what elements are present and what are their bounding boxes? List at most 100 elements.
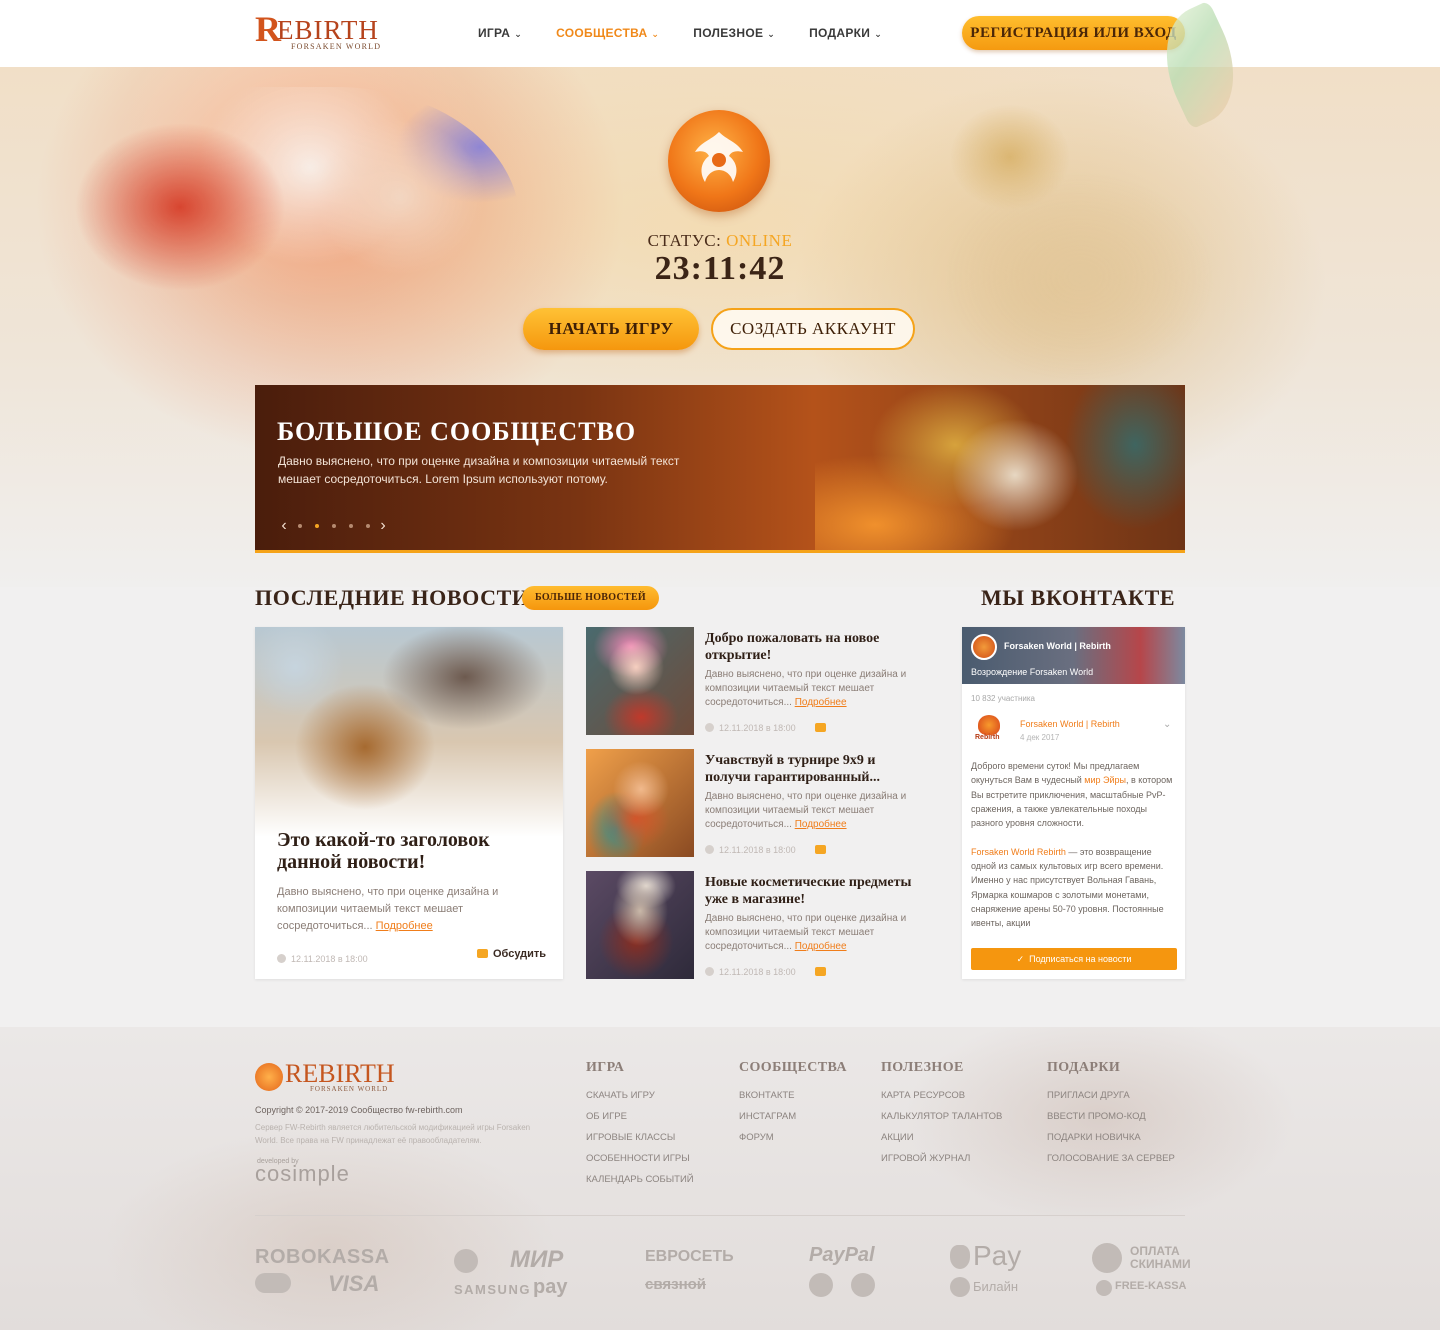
- mir-logo: МИР: [510, 1246, 564, 1273]
- footer-divider: [255, 1215, 1185, 1216]
- news-title[interactable]: Добро пожаловать на новое открытие!: [705, 630, 920, 664]
- nav-item-gifts[interactable]: ПОДАРКИ ⌄: [809, 26, 882, 40]
- read-more-link[interactable]: Подробнее: [795, 819, 847, 830]
- featured-news-title[interactable]: Это какой-то заголовок данной новости!: [277, 829, 547, 873]
- footer-link[interactable]: ФОРУМ: [739, 1127, 847, 1148]
- skins-pay-line2: СКИНАМИ: [1130, 1257, 1191, 1271]
- footer-link[interactable]: КАРТА РЕСУРСОВ: [881, 1085, 1002, 1106]
- discuss-button[interactable]: Обсудить: [477, 948, 546, 960]
- news-date: 12.11.2018 в 18:00: [719, 967, 796, 977]
- read-more-link[interactable]: Подробнее: [795, 941, 847, 952]
- clock-icon: [705, 723, 714, 732]
- chevron-right-icon[interactable]: ›: [376, 517, 390, 535]
- vk-post-text: Доброго времени суток! Мы предлагаем оку…: [971, 759, 1176, 937]
- news-title[interactable]: Учавствуй в турнире 9х9 и получи гаранти…: [705, 752, 920, 786]
- news-meta: 12.11.2018 в 18:00: [705, 962, 796, 980]
- nav-item-label: ПОЛЕЗНОЕ: [693, 26, 764, 40]
- chevron-left-icon[interactable]: ‹: [277, 517, 291, 535]
- more-news-button[interactable]: БОЛЬШЕ НОВОСТЕЙ: [522, 586, 659, 610]
- slider-dot[interactable]: [348, 524, 353, 528]
- news-thumbnail: [586, 749, 694, 857]
- comment-icon: [477, 949, 488, 958]
- nav-item-game[interactable]: ИГРА ⌄: [478, 26, 522, 40]
- footer-link[interactable]: ОБ ИГРЕ: [586, 1106, 694, 1127]
- qiwi-icon: [809, 1273, 833, 1297]
- comment-icon-button[interactable]: [815, 718, 831, 736]
- vk-group-cover[interactable]: Forsaken World | Rebirth Возрождение For…: [962, 627, 1185, 684]
- create-account-button[interactable]: СОЗДАТЬ АККАУНТ: [711, 308, 915, 350]
- steam-icon: [1092, 1243, 1122, 1273]
- developer-logo[interactable]: cosimple: [255, 1161, 350, 1187]
- news-item[interactable]: Добро пожаловать на новое открытие! Давн…: [586, 627, 926, 735]
- slider-dot[interactable]: [365, 524, 370, 528]
- vk-subscribe-button[interactable]: ✓ Подписаться на новости: [971, 948, 1177, 970]
- clock-icon: [277, 954, 286, 963]
- chevron-down-icon[interactable]: ⌄: [1163, 719, 1171, 730]
- footer-link[interactable]: ВКОНТАКТЕ: [739, 1085, 847, 1106]
- apple-pay-logo: Pay: [973, 1240, 1022, 1271]
- post-link[interactable]: мир Эйры: [1084, 775, 1126, 785]
- robokassa-logo: ROBOKASSA: [255, 1246, 390, 1268]
- news-title[interactable]: Новые косметические предметы уже в магаз…: [705, 874, 920, 908]
- disclaimer: Сервер FW-Rebirth является любительской …: [255, 1123, 531, 1145]
- footer-column-communities: СООБЩЕСТВА ВКОНТАКТЕ ИНСТАГРАМ ФОРУМ: [739, 1060, 847, 1148]
- footer-link[interactable]: КАЛЬКУЛЯТОР ТАЛАНТОВ: [881, 1106, 1002, 1127]
- paypal-logo: PayPal: [809, 1244, 875, 1266]
- samsung-pay-icon: [454, 1249, 478, 1273]
- footer-link[interactable]: СКАЧАТЬ ИГРУ: [586, 1085, 694, 1106]
- comment-icon-button[interactable]: [815, 962, 831, 980]
- subscribe-label: Подписаться на новости: [1029, 954, 1132, 964]
- news-text: Давно выяснено, что при оценке дизайна и…: [705, 668, 920, 710]
- footer-link[interactable]: ИНСТАГРАМ: [739, 1106, 847, 1127]
- site-logo[interactable]: R EBIRTH FORSAKEN WORLD: [255, 9, 390, 54]
- vk-post-avatar[interactable]: Rebirth: [973, 715, 1006, 745]
- slider-dot-active[interactable]: [314, 524, 319, 528]
- webmoney-icon: [851, 1273, 875, 1297]
- post-link[interactable]: Forsaken World Rebirth: [971, 847, 1066, 857]
- slider-dot[interactable]: [297, 524, 302, 528]
- footer-link[interactable]: ГОЛОСОВАНИЕ ЗА СЕРВЕР: [1047, 1148, 1175, 1169]
- register-login-button[interactable]: РЕГИСТРАЦИЯ ИЛИ ВХОД: [962, 16, 1185, 50]
- nav-item-useful[interactable]: ПОЛЕЗНОЕ ⌄: [693, 26, 775, 40]
- footer-logo-subtitle: FORSAKEN WORLD: [310, 1085, 389, 1093]
- news-item[interactable]: Новые косметические предметы уже в магаз…: [586, 871, 926, 979]
- footer-column-title: СООБЩЕСТВА: [739, 1060, 847, 1075]
- footer-link[interactable]: ПРИГЛАСИ ДРУГА: [1047, 1085, 1175, 1106]
- vk-post-author[interactable]: Forsaken World | Rebirth: [1020, 719, 1120, 729]
- footer-link[interactable]: КАЛЕНДАРЬ СОБЫТИЙ: [586, 1169, 694, 1190]
- start-game-button[interactable]: НАЧАТЬ ИГРУ: [523, 308, 699, 350]
- vk-group-name[interactable]: Forsaken World | Rebirth: [1004, 641, 1111, 651]
- vk-group-avatar[interactable]: [971, 634, 997, 660]
- hero-character-art: [60, 87, 520, 427]
- footer-link[interactable]: ИГРОВОЙ ЖУРНАЛ: [881, 1148, 1002, 1169]
- comment-icon: [815, 967, 826, 976]
- news-meta: 12.11.2018 в 18:00: [705, 840, 796, 858]
- footer-link[interactable]: АКЦИИ: [881, 1127, 1002, 1148]
- vk-members-count[interactable]: 10 832 участника: [971, 694, 1035, 703]
- comment-icon-button[interactable]: [815, 840, 831, 858]
- read-more-link[interactable]: Подробнее: [376, 920, 433, 932]
- mastercard-icon: [255, 1273, 291, 1293]
- featured-news-card[interactable]: Это какой-то заголовок данной новости! Д…: [255, 627, 563, 979]
- footer-link[interactable]: ОСОБЕННОСТИ ИГРЫ: [586, 1148, 694, 1169]
- featured-news-text: Давно выяснено, что при оценке дизайна и…: [277, 884, 537, 935]
- comment-icon: [815, 723, 826, 732]
- footer-link[interactable]: ИГРОВЫЕ КЛАССЫ: [586, 1127, 694, 1148]
- footer-column-title: ИГРА: [586, 1060, 625, 1075]
- vk-widget: Forsaken World | Rebirth Возрождение For…: [962, 627, 1185, 979]
- footer-link[interactable]: ВВЕСТИ ПРОМО-КОД: [1047, 1106, 1175, 1127]
- nav-item-communities[interactable]: СООБЩЕСТВА ⌄: [556, 26, 659, 40]
- news-date: 12.11.2018 в 18:00: [291, 954, 368, 964]
- footer-link[interactable]: ПОДАРКИ НОВИЧКА: [1047, 1127, 1175, 1148]
- freekassa-icon: [1096, 1280, 1112, 1296]
- phoenix-logo-icon: [978, 715, 1000, 735]
- slider-dot[interactable]: [331, 524, 336, 528]
- read-more-link[interactable]: Подробнее: [795, 697, 847, 708]
- footer-column-useful: ПОЛЕЗНОЕ КАРТА РЕСУРСОВ КАЛЬКУЛЯТОР ТАЛА…: [881, 1060, 1002, 1169]
- footer-logo[interactable]: REBIRTH FORSAKEN WORLD: [255, 1059, 395, 1093]
- beeline-logo: Билайн: [973, 1279, 1019, 1294]
- phoenix-emblem-icon: [668, 110, 770, 212]
- vk-post-date[interactable]: 4 дек 2017: [1020, 733, 1059, 742]
- phoenix-emblem-icon: [255, 1063, 283, 1091]
- news-item[interactable]: Учавствуй в турнире 9х9 и получи гаранти…: [586, 749, 926, 857]
